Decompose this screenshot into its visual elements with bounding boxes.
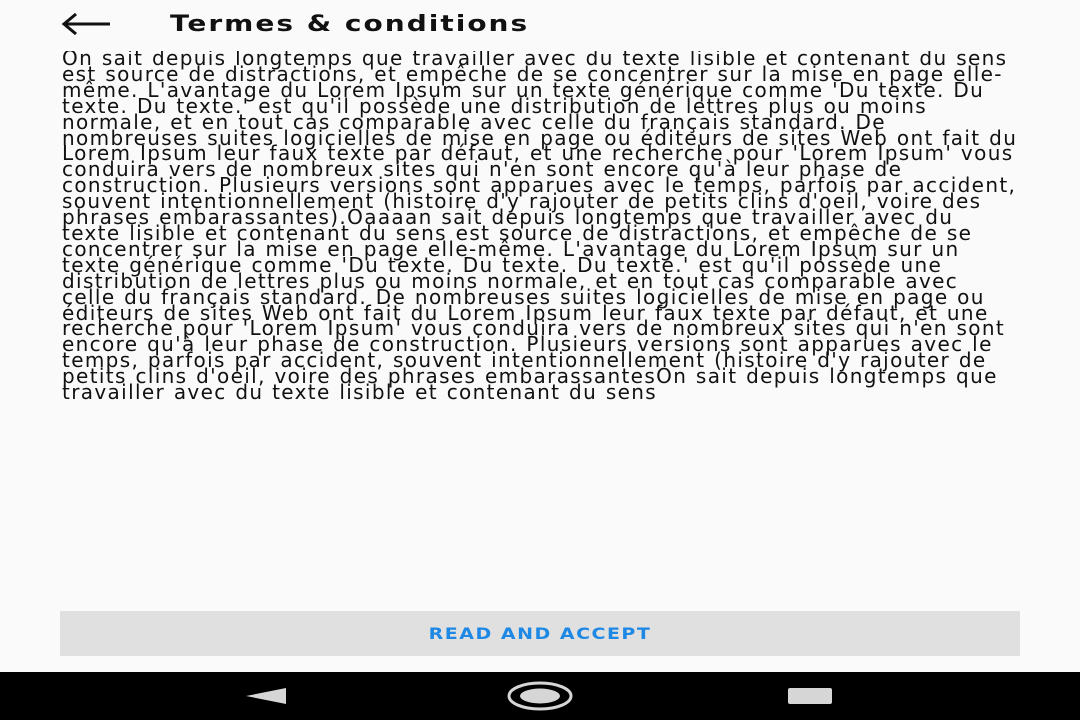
read-and-accept-button[interactable]: READ AND ACCEPT (60, 611, 1020, 656)
system-recents-button[interactable] (780, 672, 840, 720)
system-back-button[interactable] (236, 672, 296, 720)
nav-back-triangle-icon (246, 688, 286, 704)
nav-recents-square-icon (788, 688, 832, 704)
app-header: Termes & conditions (0, 0, 1080, 46)
terms-body-text: On sait depuis longtemps que travailler … (62, 51, 1018, 405)
back-button[interactable] (56, 6, 116, 42)
system-navigation-bar (0, 672, 1080, 720)
arrow-back-icon (61, 12, 110, 36)
read-and-accept-label: READ AND ACCEPT (428, 624, 652, 643)
page-title: Termes & conditions (170, 10, 530, 37)
system-home-button[interactable] (500, 672, 580, 720)
nav-home-circle-icon (507, 681, 573, 711)
terms-scroll-area[interactable]: On sait depuis longtemps que travailler … (62, 51, 1020, 599)
